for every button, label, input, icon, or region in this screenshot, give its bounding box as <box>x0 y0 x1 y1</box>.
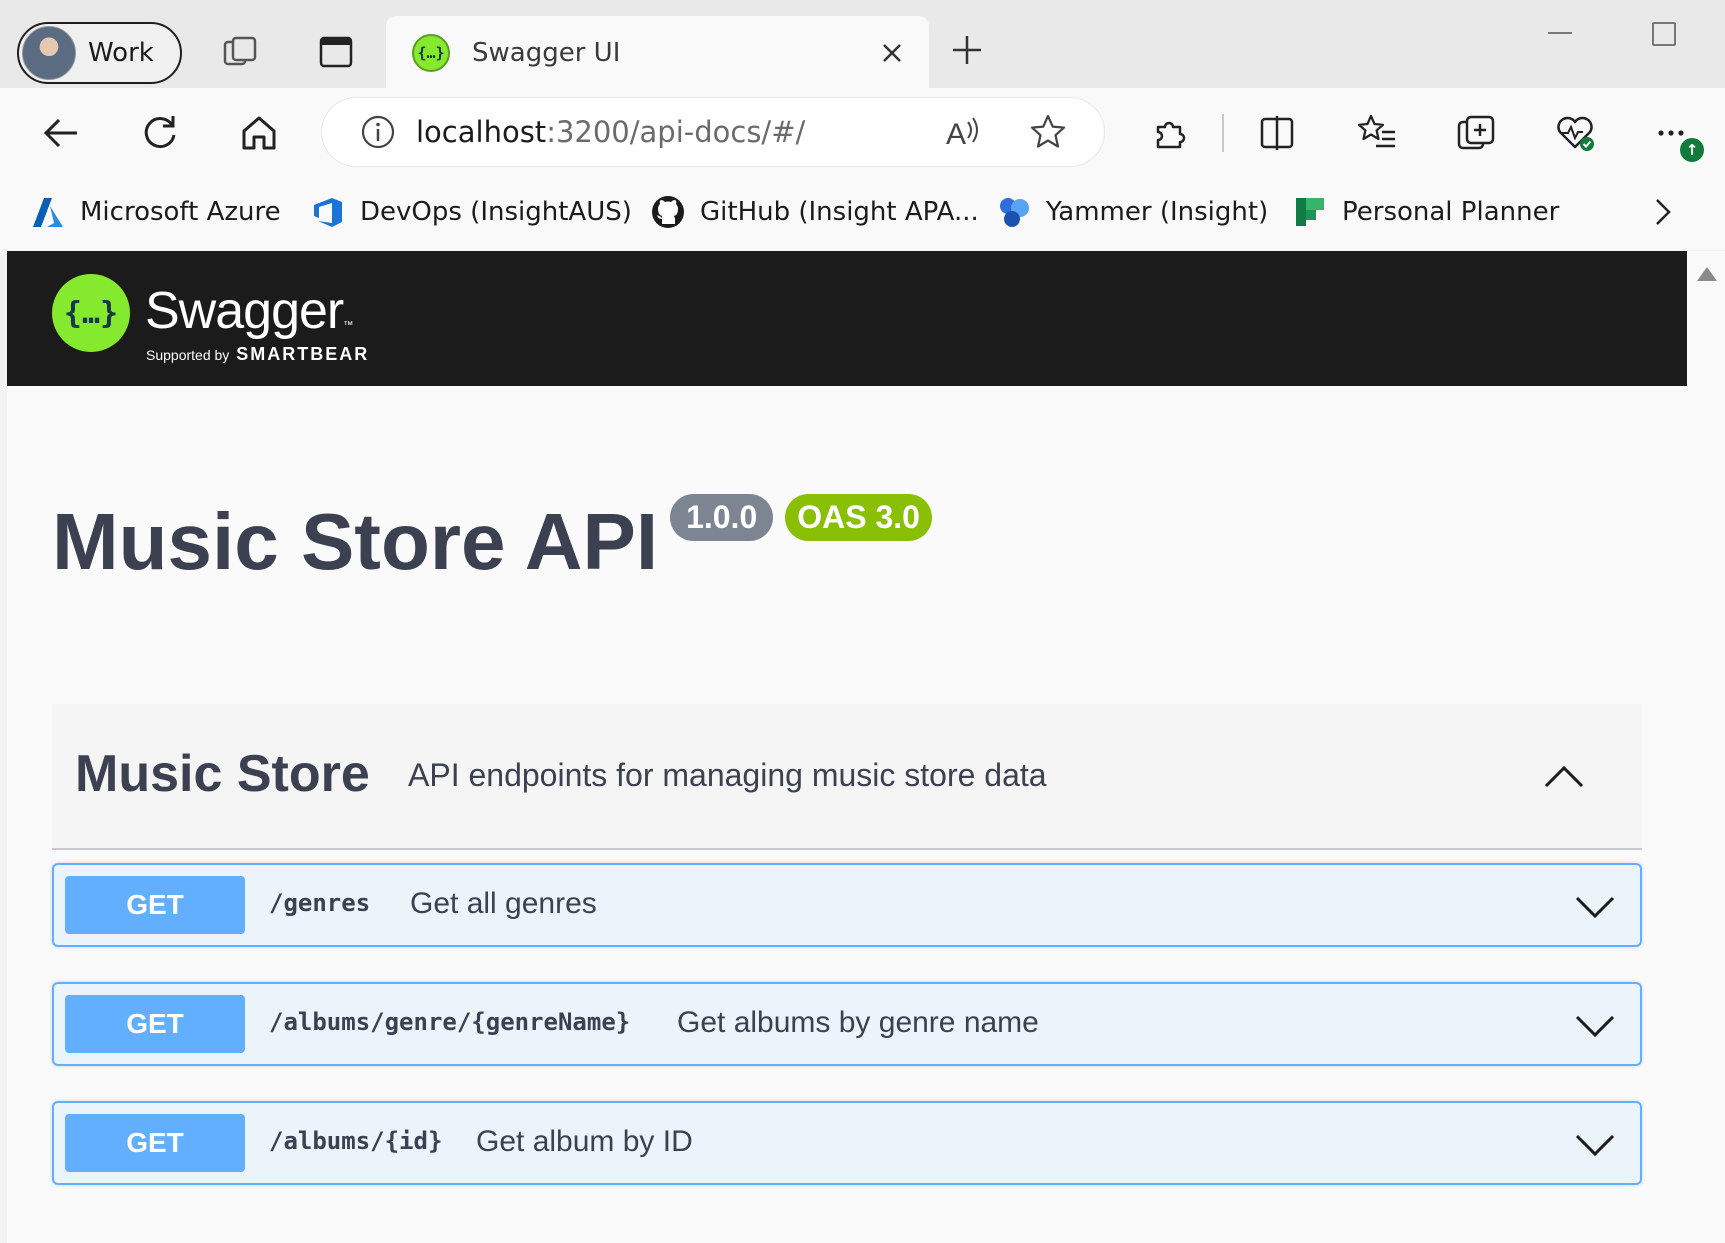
operation-get-album-by-id[interactable]: GET /albums/{id} Get album by ID <box>52 1101 1642 1185</box>
collections-icon[interactable] <box>1451 108 1501 158</box>
close-icon[interactable] <box>873 34 911 72</box>
azure-icon <box>30 194 66 230</box>
swagger-topbar: {…} Swagger™ Supported by SMARTBEAR <box>7 251 1687 386</box>
favorite-label: DevOps (InsightAUS) <box>360 197 632 227</box>
read-aloud-icon[interactable]: A <box>942 112 982 152</box>
browser-essentials-icon[interactable] <box>1550 108 1600 158</box>
favorite-label: Microsoft Azure <box>80 197 281 227</box>
tab-title: Swagger UI <box>472 38 621 68</box>
chevron-right-icon[interactable] <box>1648 194 1678 234</box>
more-menu-icon[interactable]: ↑ <box>1648 108 1704 162</box>
operation-summary: Get albums by genre name <box>677 1006 1039 1039</box>
favorite-github[interactable]: GitHub (Insight APA... <box>650 190 979 234</box>
favorite-star-icon[interactable] <box>1028 112 1068 152</box>
method-badge: GET <box>65 876 245 934</box>
url-path: :3200/api-docs/#/ <box>546 115 806 149</box>
chevron-down-icon[interactable] <box>1570 882 1620 932</box>
page-title: Music Store API <box>52 497 659 586</box>
devops-icon <box>310 194 346 230</box>
swagger-wordmark-text: Swagger <box>145 282 344 340</box>
svg-text:A: A <box>946 118 966 151</box>
vertical-scrollbar[interactable] <box>1687 251 1725 1243</box>
workspaces-icon[interactable] <box>219 30 263 74</box>
method-badge: GET <box>65 995 245 1053</box>
operation-path: /albums/{id} <box>269 1127 443 1155</box>
smartbear-brand: SMARTBEAR <box>236 344 370 364</box>
tab-swagger-ui[interactable]: {…} Swagger UI <box>386 16 929 90</box>
chevron-down-icon[interactable] <box>1570 1001 1620 1051</box>
favorite-label: GitHub (Insight APA... <box>700 197 979 227</box>
favorites-icon[interactable] <box>1352 108 1402 158</box>
favorite-microsoft-azure[interactable]: Microsoft Azure <box>30 190 281 234</box>
operation-get-albums-by-genre[interactable]: GET /albums/genre/{genreName} Get albums… <box>52 982 1642 1066</box>
operation-get-genres[interactable]: GET /genres Get all genres <box>52 863 1642 947</box>
method-badge: GET <box>65 1114 245 1172</box>
operation-summary: Get all genres <box>410 887 597 920</box>
home-icon[interactable] <box>234 108 284 158</box>
github-icon <box>650 194 686 230</box>
operation-path: /albums/genre/{genreName} <box>269 1008 631 1036</box>
extensions-icon[interactable] <box>1145 108 1195 158</box>
swagger-icon: {…} <box>412 34 450 72</box>
favorites-bar: Microsoft Azure DevOps (InsightAUS) GitH… <box>0 176 1725 250</box>
yammer-icon <box>996 194 1032 230</box>
url-text: localhost:3200/api-docs/#/ <box>416 115 805 149</box>
planner-icon <box>1292 194 1328 230</box>
favorite-yammer[interactable]: Yammer (Insight) <box>996 190 1268 234</box>
supported-by: Supported by SMARTBEAR <box>146 344 369 365</box>
minimize-icon[interactable] <box>1548 32 1572 34</box>
tag-description: API endpoints for managing music store d… <box>408 757 1047 793</box>
back-arrow-icon[interactable] <box>36 108 86 158</box>
favorite-personal-planner[interactable]: Personal Planner <box>1292 190 1559 234</box>
swagger-wordmark: Swagger™ <box>145 282 353 340</box>
update-arrow-icon: ↑ <box>1680 138 1704 162</box>
split-screen-icon[interactable] <box>1252 108 1302 158</box>
maximize-icon[interactable] <box>1652 22 1676 46</box>
supported-by-label: Supported by <box>146 347 230 363</box>
tag-section-music-store[interactable]: Music Store API endpoints for managing m… <box>52 704 1642 850</box>
tab-strip: Work {…} Swagger UI <box>0 0 1725 90</box>
toolbar-divider <box>1222 114 1224 152</box>
vertical-tabs-icon[interactable] <box>314 30 358 74</box>
page-viewport: {…} Swagger™ Supported by SMARTBEAR Musi… <box>7 251 1687 1243</box>
favorite-label: Yammer (Insight) <box>1046 197 1269 227</box>
swagger-logo-icon[interactable]: {…} <box>52 274 130 352</box>
info-icon[interactable] <box>360 114 396 150</box>
version-badge: 1.0.0 <box>670 494 774 541</box>
chevron-down-icon[interactable] <box>1570 1120 1620 1170</box>
browser-toolbar: localhost:3200/api-docs/#/ A ↑ <box>0 88 1725 176</box>
favorite-devops[interactable]: DevOps (InsightAUS) <box>310 190 632 234</box>
new-tab-icon[interactable] <box>945 28 989 72</box>
oas-badge: OAS 3.0 <box>785 494 932 541</box>
favorite-label: Personal Planner <box>1342 197 1560 227</box>
operation-summary: Get album by ID <box>476 1125 693 1158</box>
url-host: localhost <box>416 115 547 149</box>
profile-button[interactable]: Work <box>17 22 182 84</box>
scroll-up-arrow-icon[interactable] <box>1697 267 1717 281</box>
api-title-row: Music Store API 1.0.0 OAS 3.0 <box>52 494 932 588</box>
chevron-up-icon[interactable] <box>1539 752 1589 802</box>
profile-label: Work <box>88 38 154 68</box>
tag-name: Music Store <box>75 745 370 803</box>
address-bar[interactable]: localhost:3200/api-docs/#/ A <box>322 98 1104 166</box>
operation-path: /genres <box>269 889 371 917</box>
refresh-icon[interactable] <box>135 108 185 158</box>
avatar <box>22 26 76 80</box>
